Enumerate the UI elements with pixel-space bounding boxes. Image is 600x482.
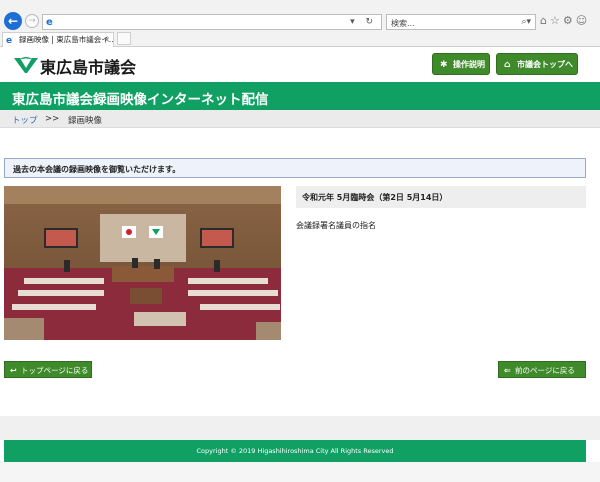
tab-favicon-icon: e bbox=[6, 36, 13, 46]
browser-chrome: ← → e ▾ ↻ 検索... ⌕▾ ⌂☆⚙☺ e 録画映像 | 東広島市議会イ… bbox=[0, 0, 600, 47]
city-emblem-icon bbox=[14, 57, 38, 73]
tab-close-icon[interactable]: × bbox=[104, 33, 110, 47]
page-title: 東広島市議会録画映像インターネット配信 bbox=[12, 92, 269, 108]
building-icon: ⌂ bbox=[504, 60, 511, 70]
back-to-top-label: トップページに戻る bbox=[21, 366, 89, 375]
footer: Copyright © 2019 Higashihiroshima City A… bbox=[4, 440, 586, 462]
operation-guide-button[interactable]: ✱ 操作説明 bbox=[432, 53, 490, 75]
gear-icon: ✱ bbox=[440, 60, 448, 70]
site-header: 東広島市議会 ✱ 操作説明 ⌂ 市議会トップへ bbox=[0, 47, 600, 81]
council-top-button[interactable]: ⌂ 市議会トップへ bbox=[496, 53, 578, 75]
page-bottom bbox=[0, 462, 600, 482]
address-bar[interactable]: e ▾ ↻ bbox=[42, 14, 382, 30]
council-top-label: 市議会トップへ bbox=[517, 60, 573, 69]
left-arrow-icon: ⇐ bbox=[504, 366, 511, 375]
return-arrow-icon: ↩ bbox=[10, 366, 17, 375]
breadcrumb-separator: >> bbox=[45, 114, 60, 124]
ie-page-icon: e bbox=[46, 17, 53, 28]
browser-search-box[interactable]: 検索... ⌕▾ bbox=[386, 14, 536, 30]
favorites-star-icon[interactable]: ☆ bbox=[550, 14, 563, 27]
new-tab-button[interactable] bbox=[117, 32, 131, 45]
forward-arrow-icon[interactable]: → bbox=[25, 14, 39, 28]
refresh-icon[interactable]: ▾ ↻ bbox=[350, 17, 377, 27]
video-player[interactable] bbox=[4, 186, 281, 340]
back-to-previous-label: 前のページに戻る bbox=[515, 366, 575, 375]
settings-gear-icon[interactable]: ⚙ bbox=[563, 14, 576, 27]
copyright-text: Copyright © 2019 Higashihiroshima City A… bbox=[196, 447, 394, 455]
browser-tab[interactable]: e 録画映像 | 東広島市議会イ... × bbox=[2, 32, 114, 47]
operation-guide-label: 操作説明 bbox=[453, 60, 485, 69]
footer-spacer bbox=[0, 416, 600, 440]
breadcrumb-home-link[interactable]: トップ bbox=[12, 114, 38, 126]
site-logo-text[interactable]: 東広島市議会 bbox=[40, 54, 136, 78]
back-arrow-icon[interactable]: ← bbox=[4, 12, 22, 30]
back-to-previous-button[interactable]: ⇐ 前のページに戻る bbox=[498, 361, 586, 378]
search-icon[interactable]: ⌕▾ bbox=[521, 17, 531, 27]
meeting-title: 令和元年 5月臨時会（第2日 5月14日） bbox=[302, 193, 448, 202]
smiley-icon[interactable]: ☺ bbox=[576, 14, 590, 27]
toolbar-icons: ⌂☆⚙☺ bbox=[540, 14, 598, 30]
council-chamber-video-frame bbox=[4, 186, 281, 340]
search-placeholder: 検索... bbox=[391, 19, 415, 28]
notice-text: 過去の本会議の録画映像を御覧いただけます。 bbox=[13, 165, 181, 174]
home-icon[interactable]: ⌂ bbox=[540, 14, 550, 27]
breadcrumb-current: 録画映像 bbox=[68, 116, 103, 126]
agenda-item-link[interactable]: 会議録署名議員の指名 bbox=[296, 220, 376, 231]
tab-title: 録画映像 | 東広島市議会イ... bbox=[19, 35, 114, 44]
title-banner: 東広島市議会録画映像インターネット配信 bbox=[0, 82, 600, 110]
breadcrumb: トップ >> 録画映像 bbox=[0, 110, 600, 128]
notice-box: 過去の本会議の録画映像を御覧いただけます。 bbox=[4, 158, 586, 178]
back-to-top-button[interactable]: ↩ トップページに戻る bbox=[4, 361, 92, 378]
meeting-title-bar: 令和元年 5月臨時会（第2日 5月14日） bbox=[296, 186, 586, 208]
